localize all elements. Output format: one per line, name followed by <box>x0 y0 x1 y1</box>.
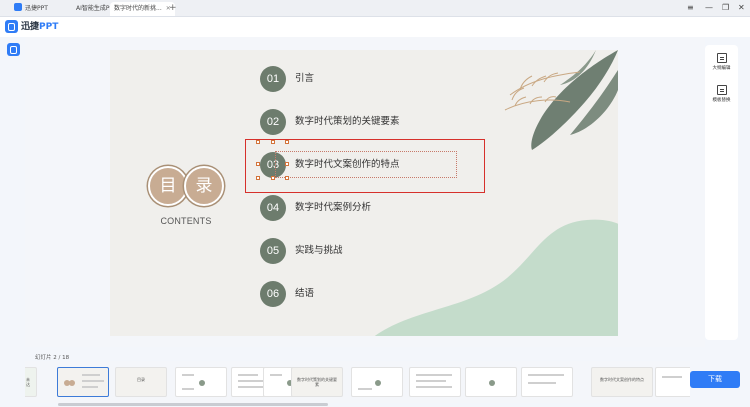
title-circle-mu: 目 <box>148 166 188 206</box>
outline-icon <box>716 53 727 63</box>
tab-current-document[interactable]: 数字时代的新挑... ✕ <box>110 2 175 16</box>
toc-item-text: 数字时代策划的关键要素 <box>295 116 400 127</box>
slide-thumbnail[interactable] <box>175 367 227 397</box>
slide-thumbnail[interactable]: 数字时代文案创作的特点 <box>591 367 653 397</box>
annotation-highlight-box <box>245 139 485 193</box>
slide-thumbnail-selected[interactable] <box>57 367 109 397</box>
slide-thumbnail[interactable]: 目录 <box>115 367 167 397</box>
toc-number-badge: 04 <box>260 195 286 221</box>
toc-item-text: 数字时代案例分析 <box>295 202 372 213</box>
toc-number-badge: 02 <box>260 109 286 135</box>
contents-label: CONTENTS <box>160 216 212 226</box>
slide-thumbnail[interactable] <box>655 367 690 397</box>
toc-item-text: 引言 <box>295 73 315 84</box>
app-logo-text: 迅捷PPT <box>21 22 59 32</box>
app-header: 迅捷PPT <box>0 17 750 37</box>
slide-counter: 幻灯片 2 / 18 <box>35 355 70 361</box>
new-tab-button[interactable]: + <box>169 2 177 14</box>
leaves-decoration-icon <box>504 50 618 150</box>
template-replace-button[interactable]: 模板替换 <box>705 82 738 110</box>
toc-item-text: 实践与挑战 <box>295 245 343 256</box>
toc-number-badge: 05 <box>260 238 286 264</box>
slide-thumbnail[interactable] <box>409 367 461 397</box>
minimize-button[interactable]: — <box>705 2 713 14</box>
tab-xunjie-ppt[interactable]: 迅捷PPT <box>14 2 48 16</box>
toc-item-text: 结语 <box>295 288 315 299</box>
menu-icon[interactable]: ≡ <box>687 2 694 14</box>
green-blob-shape <box>374 219 618 336</box>
app-favicon-icon <box>14 3 22 11</box>
slide-thumbnail[interactable] <box>465 367 517 397</box>
slide-preview[interactable]: 目 录 CONTENTS 01 引言 02 数字时代策划的关键要素 03 数字时… <box>110 50 618 336</box>
slide-thumbnail[interactable]: 数字时代策划的关键要素 <box>291 367 343 397</box>
close-window-button[interactable]: ✕ <box>738 2 745 14</box>
window-titlebar: 迅捷PPT AI智能生成PPT 数字时代的新挑... ✕ + ≡ — ❐ ✕ <box>0 0 750 17</box>
slide-filmstrip[interactable]: 未达 目录 数字时代策划的关键要素 数字时代文案创作的特点 <box>25 361 690 403</box>
right-tool-panel: 大纲编辑 模板替换 <box>705 45 738 340</box>
slide-thumbnail[interactable]: 未达 <box>25 367 37 397</box>
app-logo-icon <box>5 20 18 33</box>
outline-edit-button[interactable]: 大纲编辑 <box>705 50 738 78</box>
template-icon <box>716 85 727 95</box>
toc-number-badge: 06 <box>260 281 286 307</box>
toc-number-badge: 01 <box>260 66 286 92</box>
slide-thumbnail[interactable] <box>521 367 573 397</box>
download-button[interactable]: 下载 <box>690 371 740 388</box>
slide-thumbnail[interactable] <box>351 367 403 397</box>
restore-button[interactable]: ❐ <box>722 2 729 14</box>
rail-home-icon[interactable] <box>7 43 20 56</box>
filmstrip-scrollbar[interactable] <box>58 403 328 406</box>
title-circle-lu: 录 <box>184 166 224 206</box>
